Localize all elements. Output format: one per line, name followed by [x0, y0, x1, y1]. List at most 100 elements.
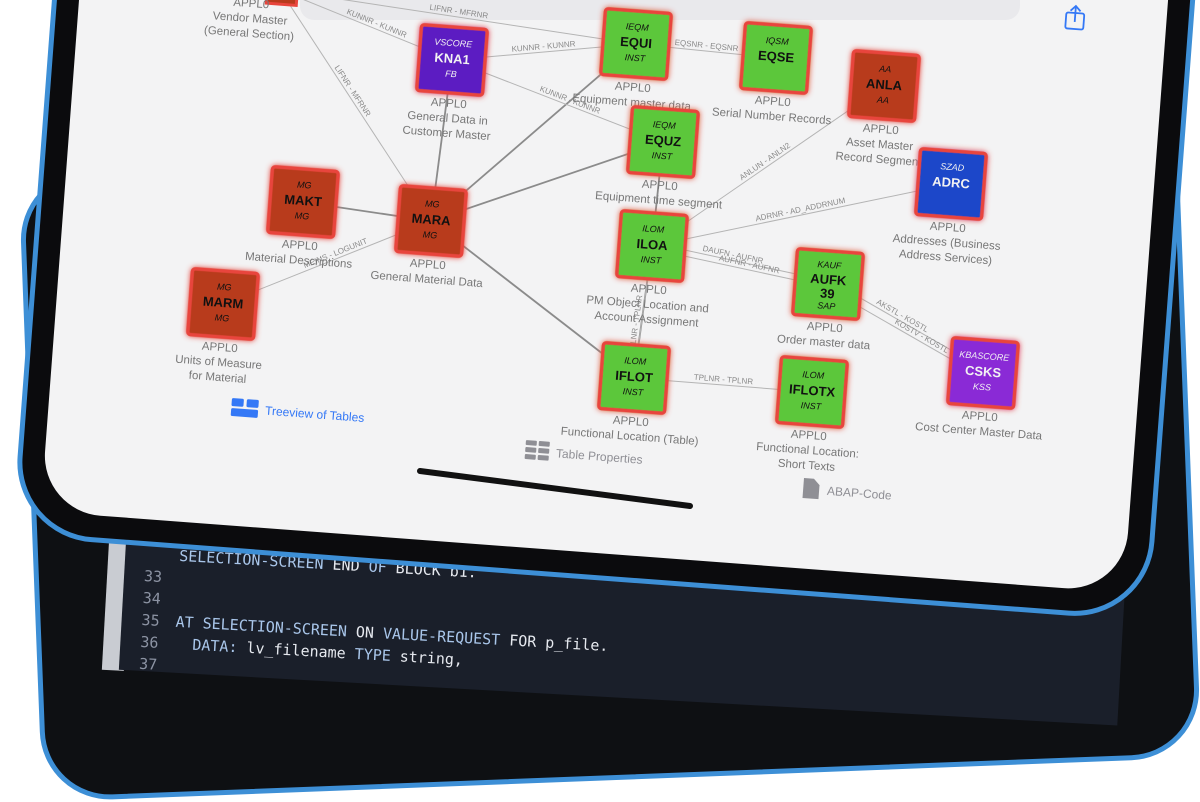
table-node-suffix: AA [876, 94, 890, 105]
table-node-suffix: INST [624, 52, 647, 64]
home-indicator[interactable] [417, 468, 693, 509]
table-node-system: APPL0 [614, 81, 651, 96]
table-node-name: CSKS [965, 363, 1002, 381]
table-node-name: EQUI [620, 34, 653, 51]
relation-label: TPLNR - TPLNR [693, 373, 753, 387]
table-node-suffix: INST [640, 254, 663, 266]
table-node-description: Asset Master [846, 136, 914, 153]
tab-table-properties-label: Table Properties [556, 446, 644, 466]
tab-treeview-label: Treeview of Tables [265, 404, 365, 425]
table-node-suffix: INST [651, 150, 674, 162]
table-node-name: EQUZ [645, 132, 682, 150]
table-node-description: Cost Center Master Data [915, 421, 1043, 443]
table-nodes: VSCOREKNA1FBAPPL0General Data inCustomer… [174, 7, 1050, 475]
table-node-system: APPL0 [641, 179, 678, 194]
table-node-prefix: SZAD [940, 161, 965, 173]
table-node-description-2: Record Segment [835, 151, 923, 169]
partial-node-lfa1[interactable]: APPL0 Vendor Master (General Section) [204, 0, 300, 44]
table-node-name: MARM [202, 294, 243, 312]
table-node-system: APPL0 [201, 341, 238, 356]
table-node-system: APPL0 [929, 221, 966, 236]
table-node-prefix: ILOM [624, 355, 647, 367]
table-icon [524, 440, 550, 461]
code-token: DATA: [173, 634, 248, 657]
table-node-system: APPL0 [790, 429, 827, 444]
table-node-suffix: MG [422, 229, 437, 240]
table-node-mara[interactable]: MGMARAMG APPL0General Material Data [370, 184, 490, 290]
tab-abap-code[interactable]: ABAP-Code [802, 478, 893, 505]
table-node-system: APPL0 [961, 410, 998, 425]
table-node-name: EQSE [758, 48, 795, 66]
table-node-csks[interactable]: KBASCORECSKSKSSAPPL0Cost Center Master D… [915, 335, 1050, 443]
table-node-prefix: MG [297, 180, 312, 191]
table-node-name: KNA1 [434, 50, 470, 68]
document-icon [802, 478, 820, 500]
table-node-description: Order master data [777, 333, 872, 352]
table-node-description: Functional Location (Table) [560, 426, 699, 448]
table-node-system: APPL0 [754, 95, 791, 110]
table-node-name: ADRC [932, 174, 971, 192]
tab-abap-code-label: ABAP-Code [827, 484, 893, 503]
relation-label: LIFNR - MFRNR [333, 64, 373, 119]
table-node-prefix: AA [878, 64, 892, 75]
table-node-prefix: MG [217, 282, 232, 293]
table-node-description: General Material Data [370, 270, 484, 290]
table-node-system: APPL0 [281, 239, 318, 254]
table-node-equi[interactable]: IEQMEQUIINSTAPPL0Equipment master data [572, 7, 699, 114]
table-node-suffix: INST [800, 400, 823, 412]
table-node-system: APPL0 [409, 258, 446, 273]
tab-treeview[interactable]: Treeview of Tables [230, 398, 365, 426]
table-node-name: MAKT [284, 192, 323, 210]
table-node-aufk[interactable]: KAUFAUFK39SAPAPPL0Order master data [777, 247, 878, 353]
table-node-prefix: ILOM [802, 369, 825, 381]
table-node-marm[interactable]: MGMARMMG APPL0Units of Measurefor Materia… [174, 267, 269, 387]
table-node-name: ILOA [636, 236, 669, 253]
table-node-system: APPL0 [806, 321, 843, 336]
table-node-system: APPL0 [862, 123, 899, 138]
table-relationship-diagram: LIFNR - MFRNRKUNNR - KUNNRKUNNR - KUNNRK… [174, 0, 1086, 509]
table-node-name2: 39 [820, 285, 836, 301]
line-number: 36 [139, 632, 159, 652]
code-token: p_file. [544, 633, 609, 655]
relation-label: ADRNR - AD_ADDRNUM [755, 196, 847, 223]
relation-label: ANLUN - ANLN2 [738, 141, 793, 183]
tab-table-properties[interactable]: Table Properties [524, 440, 644, 468]
table-node-prefix: MG [425, 199, 440, 210]
treeview-icon [230, 398, 259, 418]
table-node-system: APPL0 [430, 97, 467, 112]
table-node-suffix: INST [622, 386, 645, 398]
table-node-name: MARA [411, 211, 452, 229]
table-node-suffix: FB [445, 69, 457, 80]
table-node-description-2: Customer Master [402, 125, 491, 144]
table-node-name: IFLOT [615, 368, 654, 386]
table-node-suffix: MG [294, 210, 309, 221]
table-node-iflot[interactable]: ILOMIFLOTINST APPL0Functional Location (T… [560, 340, 705, 448]
table-node-iloa[interactable]: ILOMILOAINSTAPPL0PM Object Location andA… [585, 208, 716, 330]
table-node-prefix: ILOM [642, 223, 665, 235]
code-token: string, [399, 647, 464, 669]
partial-node-system: APPL0 [233, 0, 270, 11]
table-node-system: APPL0 [612, 415, 649, 430]
code-token: TYPE [354, 644, 401, 666]
table-node-anla[interactable]: AAANLAAA APPL0Asset MasterRecord Segment [835, 49, 930, 169]
code-token: FOR [508, 631, 546, 652]
table-node-description: Serial Number Records [712, 106, 832, 127]
table-node-description-2: for Material [188, 370, 246, 386]
table-node-description: Equipment time segment [595, 190, 724, 212]
table-node-eqse[interactable]: IQSMEQSE APPL0Serial Number Records [712, 21, 839, 128]
table-node-prefix: IEQM [652, 119, 676, 131]
table-node-kna1[interactable]: VSCOREKNA1FBAPPL0General Data inCustomer… [402, 23, 499, 144]
table-node-prefix: IQSM [765, 35, 789, 47]
table-node-iflotx[interactable]: ILOMIFLOTXINSTAPPL0Functional Location:S… [755, 355, 866, 475]
partial-node-desc2: (General Section) [204, 25, 295, 44]
table-node-description: Units of Measure [175, 354, 263, 372]
table-node-description-2: Short Texts [777, 458, 835, 474]
table-node-name: ANLA [866, 76, 904, 94]
table-node-suffix: KSS [973, 381, 992, 392]
share-icon[interactable] [1064, 4, 1086, 31]
table-node-suffix: SAP [817, 300, 836, 311]
table-node-prefix: KAUF [817, 259, 842, 271]
table-node-suffix: MG [214, 312, 229, 323]
table-node-description: Functional Location: [756, 441, 860, 461]
table-node-prefix: IEQM [625, 21, 649, 33]
